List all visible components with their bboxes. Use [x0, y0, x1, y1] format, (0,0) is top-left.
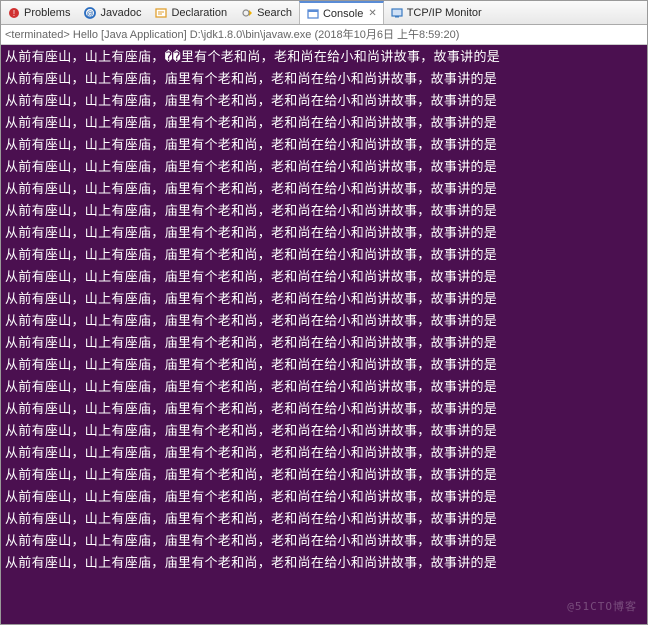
console-line: 从前有座山，山上有座庙，庙里有个老和尚，老和尚在给小和尚讲故事，故事讲的是	[5, 487, 643, 509]
java-path: D:\jdk1.8.0\bin\javaw.exe	[190, 29, 312, 41]
tab-javadoc[interactable]: @ Javadoc	[77, 1, 148, 24]
console-line: 从前有座山，山上有座庙，庙里有个老和尚，老和尚在给小和尚讲故事，故事讲的是	[5, 443, 643, 465]
console-line: 从前有座山，山上有座庙，庙里有个老和尚，老和尚在给小和尚讲故事，故事讲的是	[5, 509, 643, 531]
tab-label: Declaration	[171, 7, 227, 19]
console-line: 从前有座山，山上有座庙，庙里有个老和尚，老和尚在给小和尚讲故事，故事讲的是	[5, 421, 643, 443]
svg-text:@: @	[87, 11, 94, 18]
console-line: 从前有座山，山上有座庙，庙里有个老和尚，老和尚在给小和尚讲故事，故事讲的是	[5, 355, 643, 377]
tab-console[interactable]: Console ✕	[299, 1, 384, 24]
svg-text:!: !	[13, 9, 15, 18]
console-line: 从前有座山，山上有座庙，庙里有个老和尚，老和尚在给小和尚讲故事，故事讲的是	[5, 333, 643, 355]
console-line: 从前有座山，山上有座庙，庙里有个老和尚，老和尚在给小和尚讲故事，故事讲的是	[5, 135, 643, 157]
run-timestamp: (2018年10月6日 上午8:59:20)	[314, 29, 459, 41]
view-tabbar: ! Problems @ Javadoc Declaration Search …	[1, 1, 647, 25]
console-line: 从前有座山，山上有座庙，庙里有个老和尚，老和尚在给小和尚讲故事，故事讲的是	[5, 201, 643, 223]
console-line: 从前有座山，山上有座庙，庙里有个老和尚，老和尚在给小和尚讲故事，故事讲的是	[5, 311, 643, 333]
launch-type: [Java Application]	[101, 29, 187, 41]
console-line: 从前有座山，山上有座庙，��里有个老和尚，老和尚在给小和尚讲故事，故事讲的是	[5, 47, 643, 69]
console-line: 从前有座山，山上有座庙，庙里有个老和尚，老和尚在给小和尚讲故事，故事讲的是	[5, 69, 643, 91]
tab-label: Problems	[24, 7, 70, 19]
search-icon	[240, 6, 254, 20]
terminated-prefix: <terminated>	[5, 29, 70, 41]
tab-problems[interactable]: ! Problems	[1, 1, 77, 24]
console-line: 从前有座山，山上有座庙，庙里有个老和尚，老和尚在给小和尚讲故事，故事讲的是	[5, 245, 643, 267]
console-line: 从前有座山，山上有座庙，庙里有个老和尚，老和尚在给小和尚讲故事，故事讲的是	[5, 91, 643, 113]
console-line: 从前有座山，山上有座庙，庙里有个老和尚，老和尚在给小和尚讲故事，故事讲的是	[5, 289, 643, 311]
console-line: 从前有座山，山上有座庙，庙里有个老和尚，老和尚在给小和尚讲故事，故事讲的是	[5, 465, 643, 487]
tab-declaration[interactable]: Declaration	[148, 1, 234, 24]
console-line: 从前有座山，山上有座庙，庙里有个老和尚，老和尚在给小和尚讲故事，故事讲的是	[5, 553, 643, 575]
javadoc-icon: @	[83, 6, 97, 20]
declaration-icon	[154, 6, 168, 20]
monitor-icon	[390, 6, 404, 20]
watermark: @51CTO博客	[567, 596, 637, 618]
console-line: 从前有座山，山上有座庙，庙里有个老和尚，老和尚在给小和尚讲故事，故事讲的是	[5, 223, 643, 245]
console-output[interactable]: 从前有座山，山上有座庙，��里有个老和尚，老和尚在给小和尚讲故事，故事讲的是从前…	[1, 45, 647, 624]
console-status-line: <terminated> Hello [Java Application] D:…	[1, 25, 647, 45]
console-line: 从前有座山，山上有座庙，庙里有个老和尚，老和尚在给小和尚讲故事，故事讲的是	[5, 157, 643, 179]
console-line: 从前有座山，山上有座庙，庙里有个老和尚，老和尚在给小和尚讲故事，故事讲的是	[5, 399, 643, 421]
console-line: 从前有座山，山上有座庙，庙里有个老和尚，老和尚在给小和尚讲故事，故事讲的是	[5, 267, 643, 289]
problems-icon: !	[7, 6, 21, 20]
tab-label: Javadoc	[100, 7, 141, 19]
app-name: Hello	[73, 29, 98, 41]
tab-search[interactable]: Search	[234, 1, 299, 24]
tab-label: Console	[323, 8, 363, 20]
close-icon[interactable]: ✕	[368, 8, 376, 19]
tab-label: Search	[257, 7, 292, 19]
tab-label: TCP/IP Monitor	[407, 7, 482, 19]
console-line: 从前有座山，山上有座庙，庙里有个老和尚，老和尚在给小和尚讲故事，故事讲的是	[5, 531, 643, 553]
console-icon	[306, 7, 320, 21]
console-line: 从前有座山，山上有座庙，庙里有个老和尚，老和尚在给小和尚讲故事，故事讲的是	[5, 113, 643, 135]
console-line: 从前有座山，山上有座庙，庙里有个老和尚，老和尚在给小和尚讲故事，故事讲的是	[5, 179, 643, 201]
console-line: 从前有座山，山上有座庙，庙里有个老和尚，老和尚在给小和尚讲故事，故事讲的是	[5, 377, 643, 399]
tab-tcpip-monitor[interactable]: TCP/IP Monitor	[384, 1, 489, 24]
